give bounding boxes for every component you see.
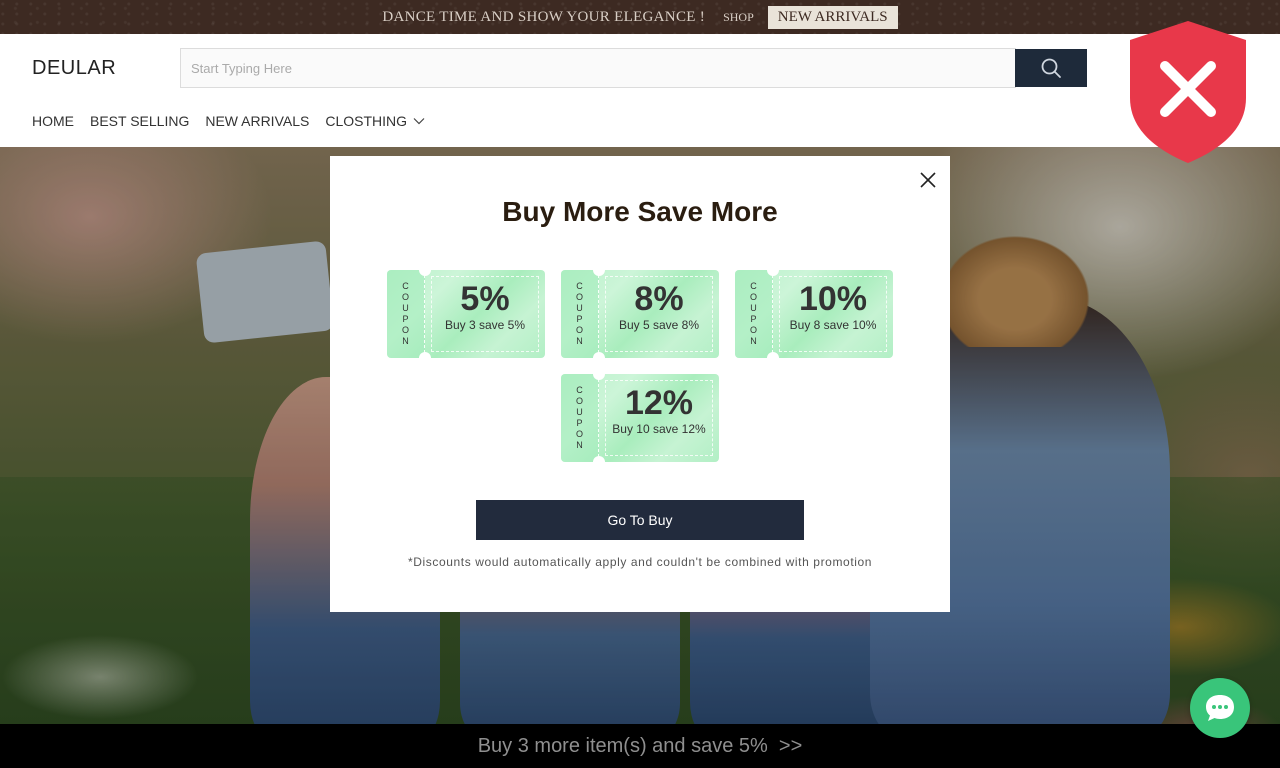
chat-button[interactable] [1190, 678, 1250, 738]
search-icon [1041, 58, 1061, 78]
coupon-desc: Buy 10 save 12% [612, 422, 706, 436]
chevron-down-icon [413, 118, 425, 125]
coupon-label: COUPON [575, 281, 583, 346]
coupon-card[interactable]: COUPON 5% Buy 3 save 5% [387, 270, 545, 358]
coupon-desc: Buy 8 save 10% [789, 318, 877, 332]
main-nav: HOME BEST SELLING NEW ARRIVALS CLOSTHING [32, 113, 425, 129]
shield-x-icon[interactable] [1125, 18, 1251, 166]
nav-best-selling-label: BEST SELLING [90, 113, 190, 129]
coupon-card[interactable]: COUPON 10% Buy 8 save 10% [735, 270, 893, 358]
nav-home[interactable]: HOME [32, 113, 74, 129]
go-to-buy-button[interactable]: Go To Buy [476, 500, 804, 540]
discount-disclaimer: *Discounts would automatically apply and… [407, 555, 873, 569]
coupon-stub: COUPON [561, 270, 599, 358]
coupon-desc: Buy 5 save 8% [618, 318, 700, 332]
nav-best-selling[interactable]: BEST SELLING [90, 113, 189, 129]
promo-modal: Buy More Save More COUPON 5% Buy 3 save … [330, 156, 950, 612]
announcement-shop-link[interactable]: SHOP [723, 10, 754, 25]
coupon-stub: COUPON [387, 270, 425, 358]
coupon-percent: 5% [460, 280, 510, 318]
search-button[interactable] [1015, 49, 1087, 87]
coupon-desc: Buy 3 save 5% [444, 318, 526, 332]
nav-clothing-label: CLOSTHING [325, 113, 408, 129]
bundle-progress-bar[interactable]: Buy 3 more item(s) and save 5% >> [0, 724, 1280, 768]
coupon-stub: COUPON [735, 270, 773, 358]
chat-bubble-icon [1206, 695, 1234, 721]
coupon-card[interactable]: COUPON 8% Buy 5 save 8% [561, 270, 719, 358]
nav-new-arrivals[interactable]: NEW ARRIVALS [205, 113, 309, 129]
bundle-progress-text: Buy 3 more item(s) and save 5% >> [477, 734, 803, 757]
site-logo[interactable]: DEULAR [32, 57, 116, 80]
new-arrivals-badge[interactable]: NEW ARRIVALS [767, 5, 898, 29]
modal-title: Buy More Save More [502, 196, 778, 227]
coupon-percent: 12% [624, 384, 694, 422]
coupon-percent: 10% [798, 280, 868, 318]
nav-home-label: HOME [32, 113, 74, 129]
coupon-label: COUPON [575, 385, 583, 450]
announcement-message: DANCE TIME AND SHOW YOUR ELEGANCE ! [382, 8, 706, 25]
coupon-label: COUPON [749, 281, 757, 346]
coupon-label: COUPON [401, 281, 409, 346]
coupon-percent: 8% [634, 280, 684, 318]
close-icon[interactable] [918, 170, 938, 190]
nav-clothing[interactable]: CLOSTHING [325, 113, 425, 129]
site-header: DEULAR HOME BEST SELLING NEW ARRIVALS CL… [0, 34, 1280, 147]
coupon-card[interactable]: COUPON 12% Buy 10 save 12% [561, 374, 719, 462]
search-input[interactable] [180, 48, 1016, 88]
nav-new-arrivals-label: NEW ARRIVALS [205, 113, 310, 129]
coupon-stub: COUPON [561, 374, 599, 462]
announcement-bar: DANCE TIME AND SHOW YOUR ELEGANCE ! SHOP… [0, 0, 1280, 34]
